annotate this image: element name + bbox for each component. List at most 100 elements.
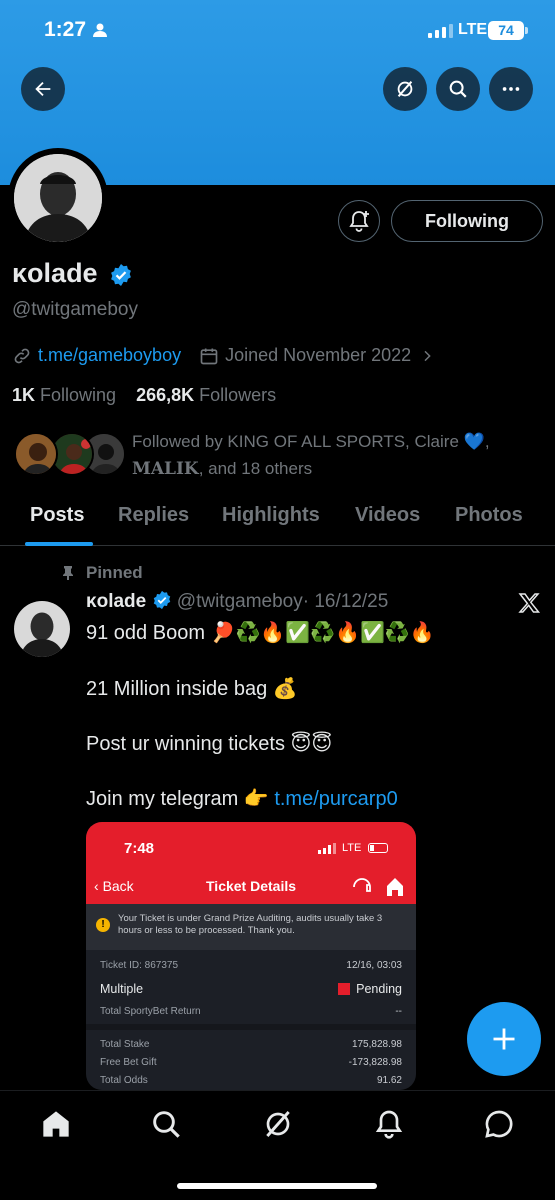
post-line-2-text: 21 Million inside bag bbox=[86, 678, 268, 700]
chevron-right-icon[interactable] bbox=[419, 348, 435, 364]
profile-avatar-ring[interactable] bbox=[8, 148, 108, 248]
more-button[interactable] bbox=[489, 67, 533, 111]
ticket-gift-label: Free Bet Gift bbox=[100, 1057, 157, 1068]
verified-badge-icon bbox=[153, 590, 170, 610]
status-time: 1:27 bbox=[44, 18, 87, 41]
following-button[interactable]: Following bbox=[391, 200, 543, 242]
following-label: Following bbox=[40, 385, 117, 405]
ticket-odds-label: Total Odds bbox=[100, 1075, 148, 1086]
post-text-line-3: Post ur winning tickets 😇😇 bbox=[86, 731, 332, 756]
telegram-link[interactable]: t.me/purcarp0 bbox=[274, 788, 397, 810]
followed-by-prefix: Followed by KING OF ALL SPORTS, Claire bbox=[132, 432, 459, 451]
ticket-battery-icon bbox=[368, 843, 388, 853]
tab-posts[interactable]: Posts bbox=[30, 504, 84, 527]
ticket-back-label: Back bbox=[102, 878, 134, 894]
ticket-status: Pending bbox=[338, 982, 402, 996]
follower-avatar bbox=[14, 432, 58, 476]
compose-button[interactable] bbox=[467, 1002, 541, 1076]
ticket-return-value: -- bbox=[395, 1006, 402, 1017]
ticket-stake-value: 175,828.98 bbox=[351, 1039, 402, 1050]
avatar-photo bbox=[14, 154, 102, 242]
ticket-status-time: 7:48 bbox=[124, 840, 155, 857]
ticket-status-text: Pending bbox=[356, 982, 402, 996]
pending-box-icon bbox=[338, 983, 351, 995]
display-name: κolade bbox=[12, 258, 133, 289]
info-icon: ! bbox=[96, 918, 110, 932]
calendar-icon bbox=[200, 348, 218, 364]
following-count-link[interactable]: 1K Following bbox=[12, 385, 116, 405]
money-bag-emoji: 💰 bbox=[272, 678, 298, 700]
post-line-1-emojis: 🏓♻️🔥✅♻️🔥✅♻️🔥 bbox=[210, 622, 435, 644]
ticket-odds-value: 91.62 bbox=[376, 1075, 402, 1086]
followers-count-link[interactable]: 266,8K Followers bbox=[136, 385, 276, 405]
ticket-divider bbox=[86, 1024, 416, 1030]
ticket-header: 7:48 LTE ‹ Back Ticket Details bbox=[86, 822, 416, 904]
status-bar: 1:27 LTE 74 bbox=[0, 0, 555, 60]
profile-tabs: Posts Replies Highlights Videos Photos bbox=[0, 496, 555, 546]
verified-badge-icon[interactable] bbox=[109, 263, 133, 287]
signal-icon bbox=[428, 24, 453, 38]
post-line-4-text: Join my telegram bbox=[86, 788, 239, 810]
search-button[interactable] bbox=[436, 67, 480, 111]
ticket-type: Multiple bbox=[100, 982, 144, 996]
pinned-text: Pinned bbox=[86, 563, 143, 582]
followed-by-malik: 𝐌𝐀𝐋𝐈𝐊 bbox=[132, 459, 199, 479]
post-author-handle[interactable]: @twitgameboy bbox=[177, 591, 303, 612]
home-icon[interactable] bbox=[40, 1108, 72, 1140]
grok-icon[interactable] bbox=[262, 1108, 294, 1140]
followers-count: 266,8K bbox=[136, 385, 195, 405]
post-line-1-text: 91 odd Boom bbox=[86, 622, 205, 644]
profile-meta: t.me/gameboyboy Joined November 2022 bbox=[12, 345, 441, 366]
ticket-notice: ! Your Ticket is under Grand Prize Audit… bbox=[86, 904, 416, 950]
ticket-title: Ticket Details bbox=[206, 878, 297, 894]
notifications-icon[interactable] bbox=[373, 1108, 405, 1140]
post-text-line-2: 21 Million inside bag 💰 bbox=[86, 676, 298, 701]
ticket-id: Ticket ID: 867375 bbox=[100, 960, 179, 971]
post-text-line-4: Join my telegram 👉 t.me/purcarp0 bbox=[86, 786, 398, 811]
followed-by-comma: , bbox=[484, 432, 490, 451]
followed-by[interactable]: Followed by KING OF ALL SPORTS, Claire 💙… bbox=[14, 430, 544, 480]
notification-bell-button[interactable] bbox=[338, 200, 380, 242]
post-text-line-1: 91 odd Boom 🏓♻️🔥✅♻️🔥✅♻️🔥 bbox=[86, 620, 435, 645]
avatar bbox=[14, 154, 102, 242]
pointing-emoji: 👉 bbox=[243, 788, 269, 810]
back-button[interactable] bbox=[21, 67, 65, 111]
grok-button[interactable] bbox=[383, 67, 427, 111]
ticket-return-label: Total SportyBet Return bbox=[100, 1006, 201, 1017]
home-indicator[interactable] bbox=[177, 1183, 377, 1189]
post-line-3-text: Post ur winning tickets bbox=[86, 733, 285, 755]
link-icon bbox=[14, 348, 30, 363]
handle: @twitgameboy bbox=[12, 299, 138, 320]
tab-highlights[interactable]: Highlights bbox=[222, 504, 320, 527]
ticket-stake-label: Total Stake bbox=[100, 1039, 150, 1050]
ticket-back: ‹ Back bbox=[94, 878, 134, 894]
search-icon[interactable] bbox=[150, 1108, 182, 1140]
display-name-text: κolade bbox=[12, 258, 98, 288]
following-count: 1K bbox=[12, 385, 36, 405]
profile-link[interactable]: t.me/gameboyboy bbox=[38, 345, 181, 366]
more-icon bbox=[502, 87, 520, 91]
active-tab-indicator bbox=[25, 542, 93, 546]
tab-photos[interactable]: Photos bbox=[455, 504, 523, 527]
person-icon bbox=[93, 23, 107, 37]
pinned-label: Pinned bbox=[60, 563, 143, 583]
post-header: κolade @twitgameboy· 16/12/25 bbox=[86, 590, 388, 613]
grok-icon bbox=[397, 81, 413, 97]
arrow-left-icon bbox=[35, 81, 51, 97]
messages-icon[interactable] bbox=[483, 1108, 515, 1140]
network-label: LTE bbox=[458, 21, 488, 38]
post-image[interactable]: 7:48 LTE ‹ Back Ticket Details ! Your Ti… bbox=[86, 822, 416, 1090]
followed-by-text: Followed by KING OF ALL SPORTS, Claire 💙… bbox=[132, 428, 542, 483]
ticket-gift-value: -173,828.98 bbox=[348, 1057, 402, 1068]
x-logo-icon bbox=[518, 593, 541, 613]
search-icon bbox=[449, 80, 467, 98]
ticket-notice-text: Your Ticket is under Grand Prize Auditin… bbox=[118, 913, 383, 936]
post-author-avatar[interactable] bbox=[14, 601, 70, 657]
tab-videos[interactable]: Videos bbox=[355, 504, 420, 527]
tab-replies[interactable]: Replies bbox=[118, 504, 189, 527]
post-author-name[interactable]: κolade bbox=[86, 591, 146, 612]
pin-icon bbox=[63, 566, 73, 580]
ticket-network: LTE bbox=[342, 842, 362, 854]
battery-indicator: 74 bbox=[488, 21, 528, 40]
followers-label: Followers bbox=[199, 385, 277, 405]
